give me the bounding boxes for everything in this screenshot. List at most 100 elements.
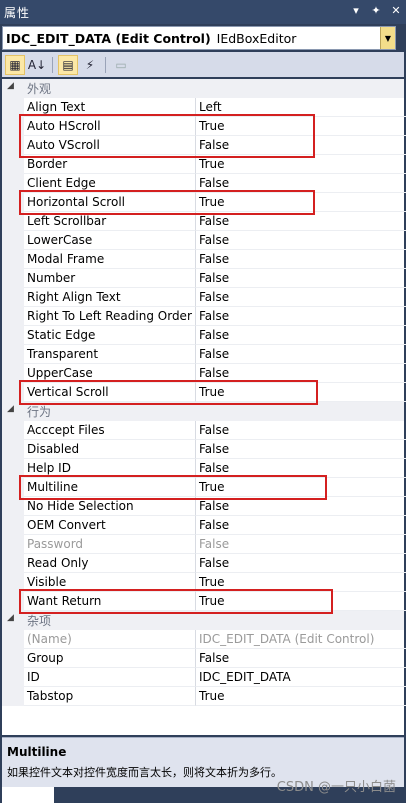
row-gutter — [2, 668, 24, 687]
category-row[interactable]: ◢ 行为 — [2, 402, 404, 421]
property-row[interactable]: Password False — [2, 535, 406, 554]
property-row[interactable]: Horizontal Scroll True — [2, 193, 406, 212]
property-name: (Name) — [24, 630, 196, 649]
lightning-icon[interactable]: ⚡ — [80, 55, 100, 75]
collapse-icon[interactable]: ◢ — [7, 81, 14, 91]
property-name: Static Edge — [24, 326, 196, 345]
object-type: IEdBoxEditor — [216, 30, 297, 46]
row-gutter — [2, 535, 24, 554]
category-name: 行为 — [27, 405, 52, 419]
row-gutter — [2, 554, 24, 573]
property-row[interactable]: Want Return True — [2, 592, 406, 611]
property-value[interactable]: False — [196, 231, 406, 250]
property-value[interactable]: True — [196, 117, 406, 136]
property-row[interactable]: Client Edge False — [2, 174, 406, 193]
alphabetical-sort-icon[interactable]: A↓ — [27, 55, 47, 75]
property-value[interactable]: False — [196, 554, 406, 573]
property-row[interactable]: Border True — [2, 155, 406, 174]
row-gutter — [2, 383, 24, 402]
object-selector[interactable]: IDC_EDIT_DATA (Edit Control) IEdBoxEdito… — [2, 26, 396, 50]
property-value[interactable]: False — [196, 250, 406, 269]
property-value[interactable]: True — [196, 383, 406, 402]
property-name: Number — [24, 269, 196, 288]
property-row[interactable]: Left Scrollbar False — [2, 212, 406, 231]
property-value[interactable]: False — [196, 212, 406, 231]
property-row[interactable]: Transparent False — [2, 345, 406, 364]
property-value[interactable]: False — [196, 440, 406, 459]
collapse-icon[interactable]: ◢ — [7, 613, 14, 623]
property-value[interactable]: False — [196, 516, 406, 535]
property-value[interactable]: True — [196, 478, 406, 497]
property-value[interactable]: False — [196, 459, 406, 478]
dropdown-icon[interactable]: ▾ — [350, 4, 362, 17]
property-value[interactable]: False — [196, 174, 406, 193]
property-row[interactable]: Tabstop True — [2, 687, 406, 706]
property-row[interactable]: ID IDC_EDIT_DATA — [2, 668, 406, 687]
property-row[interactable]: Right Align Text False — [2, 288, 406, 307]
property-row[interactable]: Help ID False — [2, 459, 406, 478]
category-row[interactable]: ◢ 外观 — [2, 79, 404, 98]
property-row[interactable]: Vertical Scroll True — [2, 383, 406, 402]
property-value[interactable]: False — [196, 307, 406, 326]
property-name: Multiline — [24, 478, 196, 497]
property-value[interactable]: False — [196, 288, 406, 307]
property-row[interactable]: Auto VScroll False — [2, 136, 406, 155]
chevron-down-icon[interactable]: ▼ — [380, 27, 395, 49]
property-value[interactable]: False — [196, 364, 406, 383]
property-value[interactable]: False — [196, 136, 406, 155]
property-row[interactable]: Multiline True — [2, 478, 406, 497]
row-gutter — [2, 592, 24, 611]
row-gutter — [2, 364, 24, 383]
property-row[interactable]: Disabled False — [2, 440, 406, 459]
property-pages-icon: ▭ — [115, 57, 127, 72]
property-value[interactable]: False — [196, 497, 406, 516]
properties-icon[interactable]: ▤ — [58, 54, 78, 75]
property-value[interactable]: False — [196, 326, 406, 345]
row-gutter — [2, 516, 24, 535]
property-value[interactable]: True — [196, 155, 406, 174]
close-icon[interactable]: ✕ — [390, 4, 402, 17]
property-value[interactable]: IDC_EDIT_DATA (Edit Control) — [196, 630, 406, 649]
bottom-tab[interactable] — [2, 787, 54, 803]
property-row[interactable]: LowerCase False — [2, 231, 406, 250]
property-value[interactable]: False — [196, 421, 406, 440]
property-row[interactable]: Group False — [2, 649, 406, 668]
row-gutter — [2, 98, 24, 117]
property-value[interactable]: IDC_EDIT_DATA — [196, 668, 406, 687]
property-row[interactable]: OEM Convert False — [2, 516, 406, 535]
property-value[interactable]: Left — [196, 98, 406, 117]
property-row[interactable]: Align Text Left — [2, 98, 406, 117]
property-row[interactable]: Number False — [2, 269, 406, 288]
property-row[interactable]: Acccept Files False — [2, 421, 406, 440]
property-value[interactable]: False — [196, 535, 406, 554]
pin-icon[interactable]: ✦ — [370, 4, 382, 17]
row-gutter — [2, 155, 24, 174]
property-value[interactable]: True — [196, 592, 406, 611]
property-name: Want Return — [24, 592, 196, 611]
property-row[interactable]: Right To Left Reading Order False — [2, 307, 406, 326]
property-value[interactable]: True — [196, 573, 406, 592]
property-row[interactable]: Modal Frame False — [2, 250, 406, 269]
property-value[interactable]: False — [196, 269, 406, 288]
property-value[interactable]: True — [196, 193, 406, 212]
description-title: Multiline — [7, 745, 67, 759]
property-row[interactable]: UpperCase False — [2, 364, 406, 383]
category-row[interactable]: ◢ 杂项 — [2, 611, 404, 630]
property-row[interactable]: Read Only False — [2, 554, 406, 573]
row-gutter — [2, 212, 24, 231]
categorized-icon[interactable]: ▦ — [5, 54, 25, 75]
property-value[interactable]: False — [196, 345, 406, 364]
property-row[interactable]: No Hide Selection False — [2, 497, 406, 516]
property-row[interactable]: (Name) IDC_EDIT_DATA (Edit Control) — [2, 630, 406, 649]
property-name: Client Edge — [24, 174, 196, 193]
collapse-icon[interactable]: ◢ — [7, 404, 14, 414]
property-value[interactable]: True — [196, 687, 406, 706]
property-row[interactable]: Auto HScroll True — [2, 117, 406, 136]
row-gutter — [2, 174, 24, 193]
row-gutter — [2, 573, 24, 592]
property-value[interactable]: False — [196, 649, 406, 668]
property-row[interactable]: Static Edge False — [2, 326, 406, 345]
row-gutter — [2, 117, 24, 136]
panel-titlebar: 属性 ▾ ✦ ✕ — [0, 0, 406, 24]
property-row[interactable]: Visible True — [2, 573, 406, 592]
